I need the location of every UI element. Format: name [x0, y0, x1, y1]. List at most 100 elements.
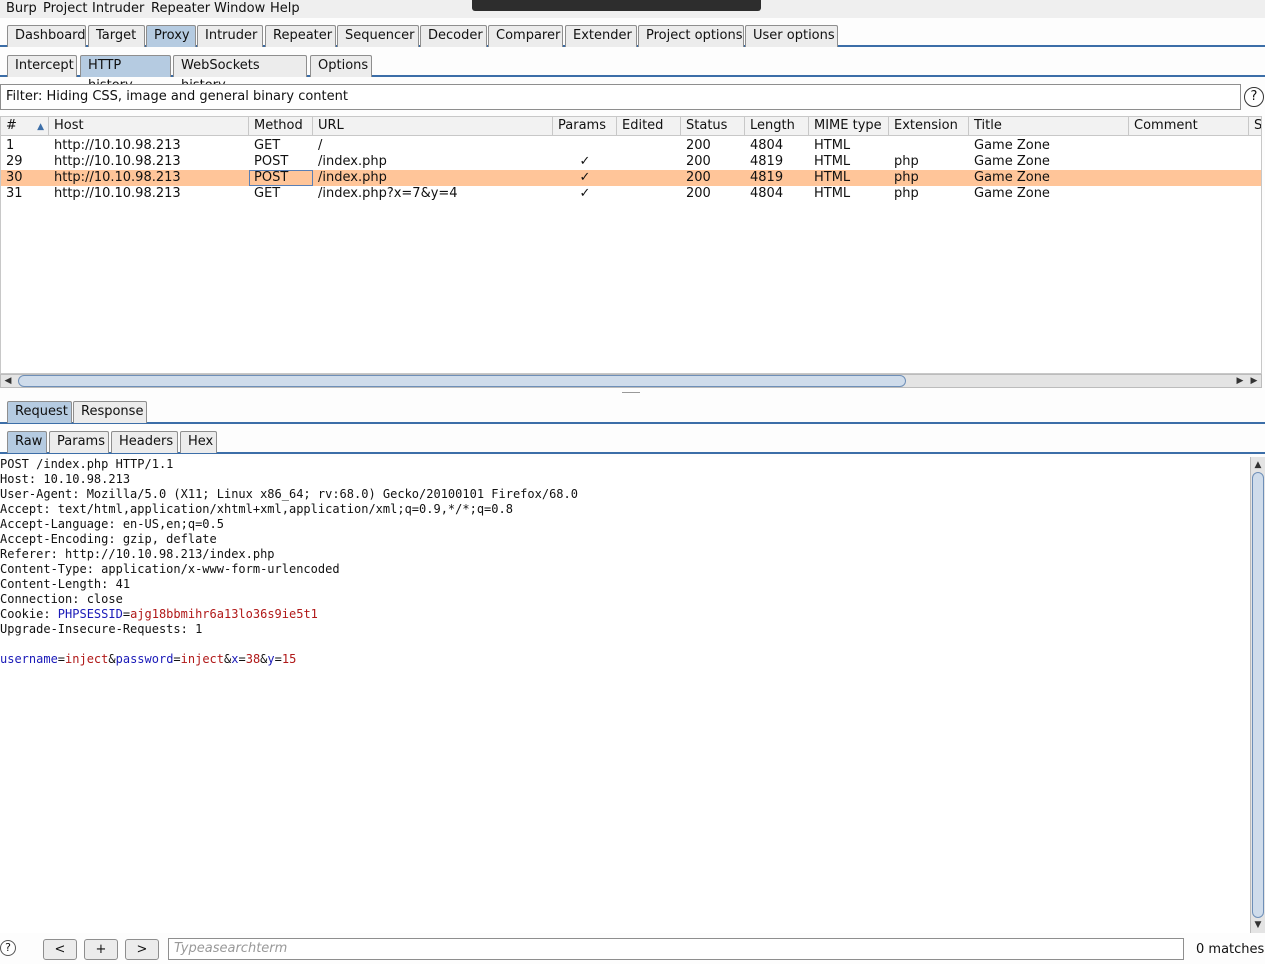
tab-sequencer[interactable]: Sequencer — [337, 25, 419, 47]
cell-edited — [617, 154, 681, 170]
help-icon[interactable]: ? — [1244, 87, 1264, 107]
param-name: username — [0, 652, 58, 666]
tab-raw[interactable]: Raw — [7, 431, 47, 453]
raw-request-editor[interactable]: POST /index.php HTTP/1.1 Host: 10.10.98.… — [0, 457, 1250, 933]
table-row[interactable]: 29 http://10.10.98.213 POST /index.php ✓… — [1, 154, 1261, 170]
menu-intruder[interactable]: Intruder — [92, 1, 144, 16]
table-row[interactable]: 31 http://10.10.98.213 GET /index.php?x=… — [1, 186, 1261, 202]
tab-http-history[interactable]: HTTP history — [80, 55, 171, 93]
col-edited[interactable]: Edited — [617, 117, 681, 136]
table-horizontal-scrollbar[interactable]: ◀ ▶ ▶ — [0, 374, 1262, 388]
col-s[interactable]: S — [1249, 117, 1261, 136]
param-value: inject — [180, 652, 225, 666]
cookie-label: Cookie: — [0, 607, 58, 621]
scrollbar-thumb[interactable] — [18, 375, 906, 387]
cell-extension — [889, 138, 969, 154]
menu-burp[interactable]: Burp — [6, 1, 37, 16]
cell-method: GET — [254, 186, 281, 201]
cell-url: /index.php — [318, 170, 387, 185]
cell-mime-type: HTML — [814, 186, 851, 201]
tab-hex[interactable]: Hex — [180, 431, 217, 453]
col-method[interactable]: Method — [249, 117, 313, 136]
cell-edited — [617, 138, 681, 154]
col-title[interactable]: Title — [969, 117, 1129, 136]
tab-comparer[interactable]: Comparer — [488, 25, 563, 47]
previous-match-button[interactable]: < — [43, 939, 77, 960]
scroll-right-icon[interactable]: ▶ — [1233, 375, 1247, 387]
scroll-up-icon[interactable]: ▲ — [1251, 459, 1265, 471]
window-title-strip — [472, 0, 761, 11]
tab-repeater[interactable]: Repeater — [265, 25, 336, 47]
tab-response[interactable]: Response — [73, 401, 147, 423]
cell-title: Game Zone — [974, 138, 1050, 153]
tab-options[interactable]: Options — [310, 55, 372, 77]
cell-mime-type: HTML — [814, 170, 851, 185]
sort-ascending-icon: ▲ — [37, 122, 44, 132]
table-row-selected[interactable]: 30 http://10.10.98.213 POST /index.php ✓… — [1, 170, 1261, 186]
param-name: password — [115, 652, 174, 666]
cell-params — [553, 138, 617, 154]
header-connection: Connection: close — [0, 592, 123, 606]
tab-project-options[interactable]: Project options — [638, 25, 744, 47]
request-body: username=inject&password=inject&x=38&y=1… — [0, 652, 297, 666]
tab-target[interactable]: Target — [88, 25, 145, 47]
col-status[interactable]: Status — [681, 117, 745, 136]
cell-url: /index.php?x=7&y=4 — [318, 186, 458, 201]
cell-length: 4804 — [750, 138, 784, 153]
tab-user-options[interactable]: User options — [745, 25, 838, 47]
cell-status: 200 — [686, 138, 711, 153]
cell-method: GET — [254, 138, 281, 153]
cell-method: POST — [249, 170, 313, 186]
cell-number: 30 — [6, 170, 23, 185]
col-params[interactable]: Params — [553, 117, 617, 136]
search-input[interactable]: Typeasearchterm — [168, 938, 1184, 960]
scroll-left-icon[interactable]: ◀ — [1, 375, 15, 387]
menu-project[interactable]: Project — [43, 1, 87, 16]
add-search-button[interactable]: + — [84, 939, 118, 960]
cell-mime-type: HTML — [814, 138, 851, 153]
header-content-type: Content-Type: application/x-www-form-url… — [0, 562, 340, 576]
col-length[interactable]: Length — [745, 117, 809, 136]
col-mime-type[interactable]: MIME type — [809, 117, 889, 136]
cell-number: 31 — [6, 186, 23, 201]
tab-intruder[interactable]: Intruder — [197, 25, 263, 47]
cell-extension: php — [894, 186, 919, 201]
tab-request[interactable]: Request — [7, 401, 72, 423]
scroll-right-end-icon[interactable]: ▶ — [1247, 375, 1261, 387]
tab-intercept[interactable]: Intercept — [7, 55, 77, 77]
header-user-agent: User-Agent: Mozilla/5.0 (X11; Linux x86_… — [0, 487, 578, 501]
tab-decoder[interactable]: Decoder — [420, 25, 487, 47]
menu-help[interactable]: Help — [270, 1, 300, 16]
param-value: 38 — [245, 652, 261, 666]
header-accept: Accept: text/html,application/xhtml+xml,… — [0, 502, 513, 516]
cell-host: http://10.10.98.213 — [54, 186, 181, 201]
help-icon[interactable]: ? — [0, 940, 16, 956]
col-extension[interactable]: Extension — [889, 117, 969, 136]
splitter-grip-icon[interactable] — [622, 392, 640, 394]
filter-bar[interactable]: Filter: Hiding CSS, image and general bi… — [0, 84, 1241, 110]
table-row[interactable]: 1 http://10.10.98.213 GET / 200 4804 HTM… — [1, 138, 1261, 154]
tab-extender[interactable]: Extender — [565, 25, 637, 47]
next-match-button[interactable]: > — [125, 939, 159, 960]
cell-length: 4804 — [750, 186, 784, 201]
editor-vertical-scrollbar[interactable]: ▲ ▼ — [1250, 457, 1265, 933]
col-comment[interactable]: Comment — [1129, 117, 1249, 136]
scrollbar-thumb[interactable] — [1252, 472, 1264, 918]
tab-headers[interactable]: Headers — [111, 431, 178, 453]
menu-window[interactable]: Window — [214, 1, 265, 16]
menu-repeater[interactable]: Repeater — [151, 1, 210, 16]
cell-params: ✓ — [579, 154, 591, 169]
col-host[interactable]: Host — [49, 117, 249, 136]
pane-splitter[interactable] — [0, 391, 1265, 395]
tab-proxy[interactable]: Proxy — [146, 25, 196, 47]
table-header: # ▲ Host Method URL Params Edited Status … — [1, 117, 1261, 136]
cell-params: ✓ — [579, 170, 591, 185]
tab-params[interactable]: Params — [49, 431, 109, 453]
col-number[interactable]: # ▲ — [1, 117, 49, 136]
col-url[interactable]: URL — [313, 117, 553, 136]
tab-dashboard[interactable]: Dashboard — [7, 25, 86, 47]
scroll-down-icon[interactable]: ▼ — [1251, 919, 1265, 931]
cookie-name: PHPSESSID — [57, 607, 123, 621]
tab-websockets-history[interactable]: WebSockets history — [173, 55, 307, 93]
param-value: 15 — [281, 652, 297, 666]
